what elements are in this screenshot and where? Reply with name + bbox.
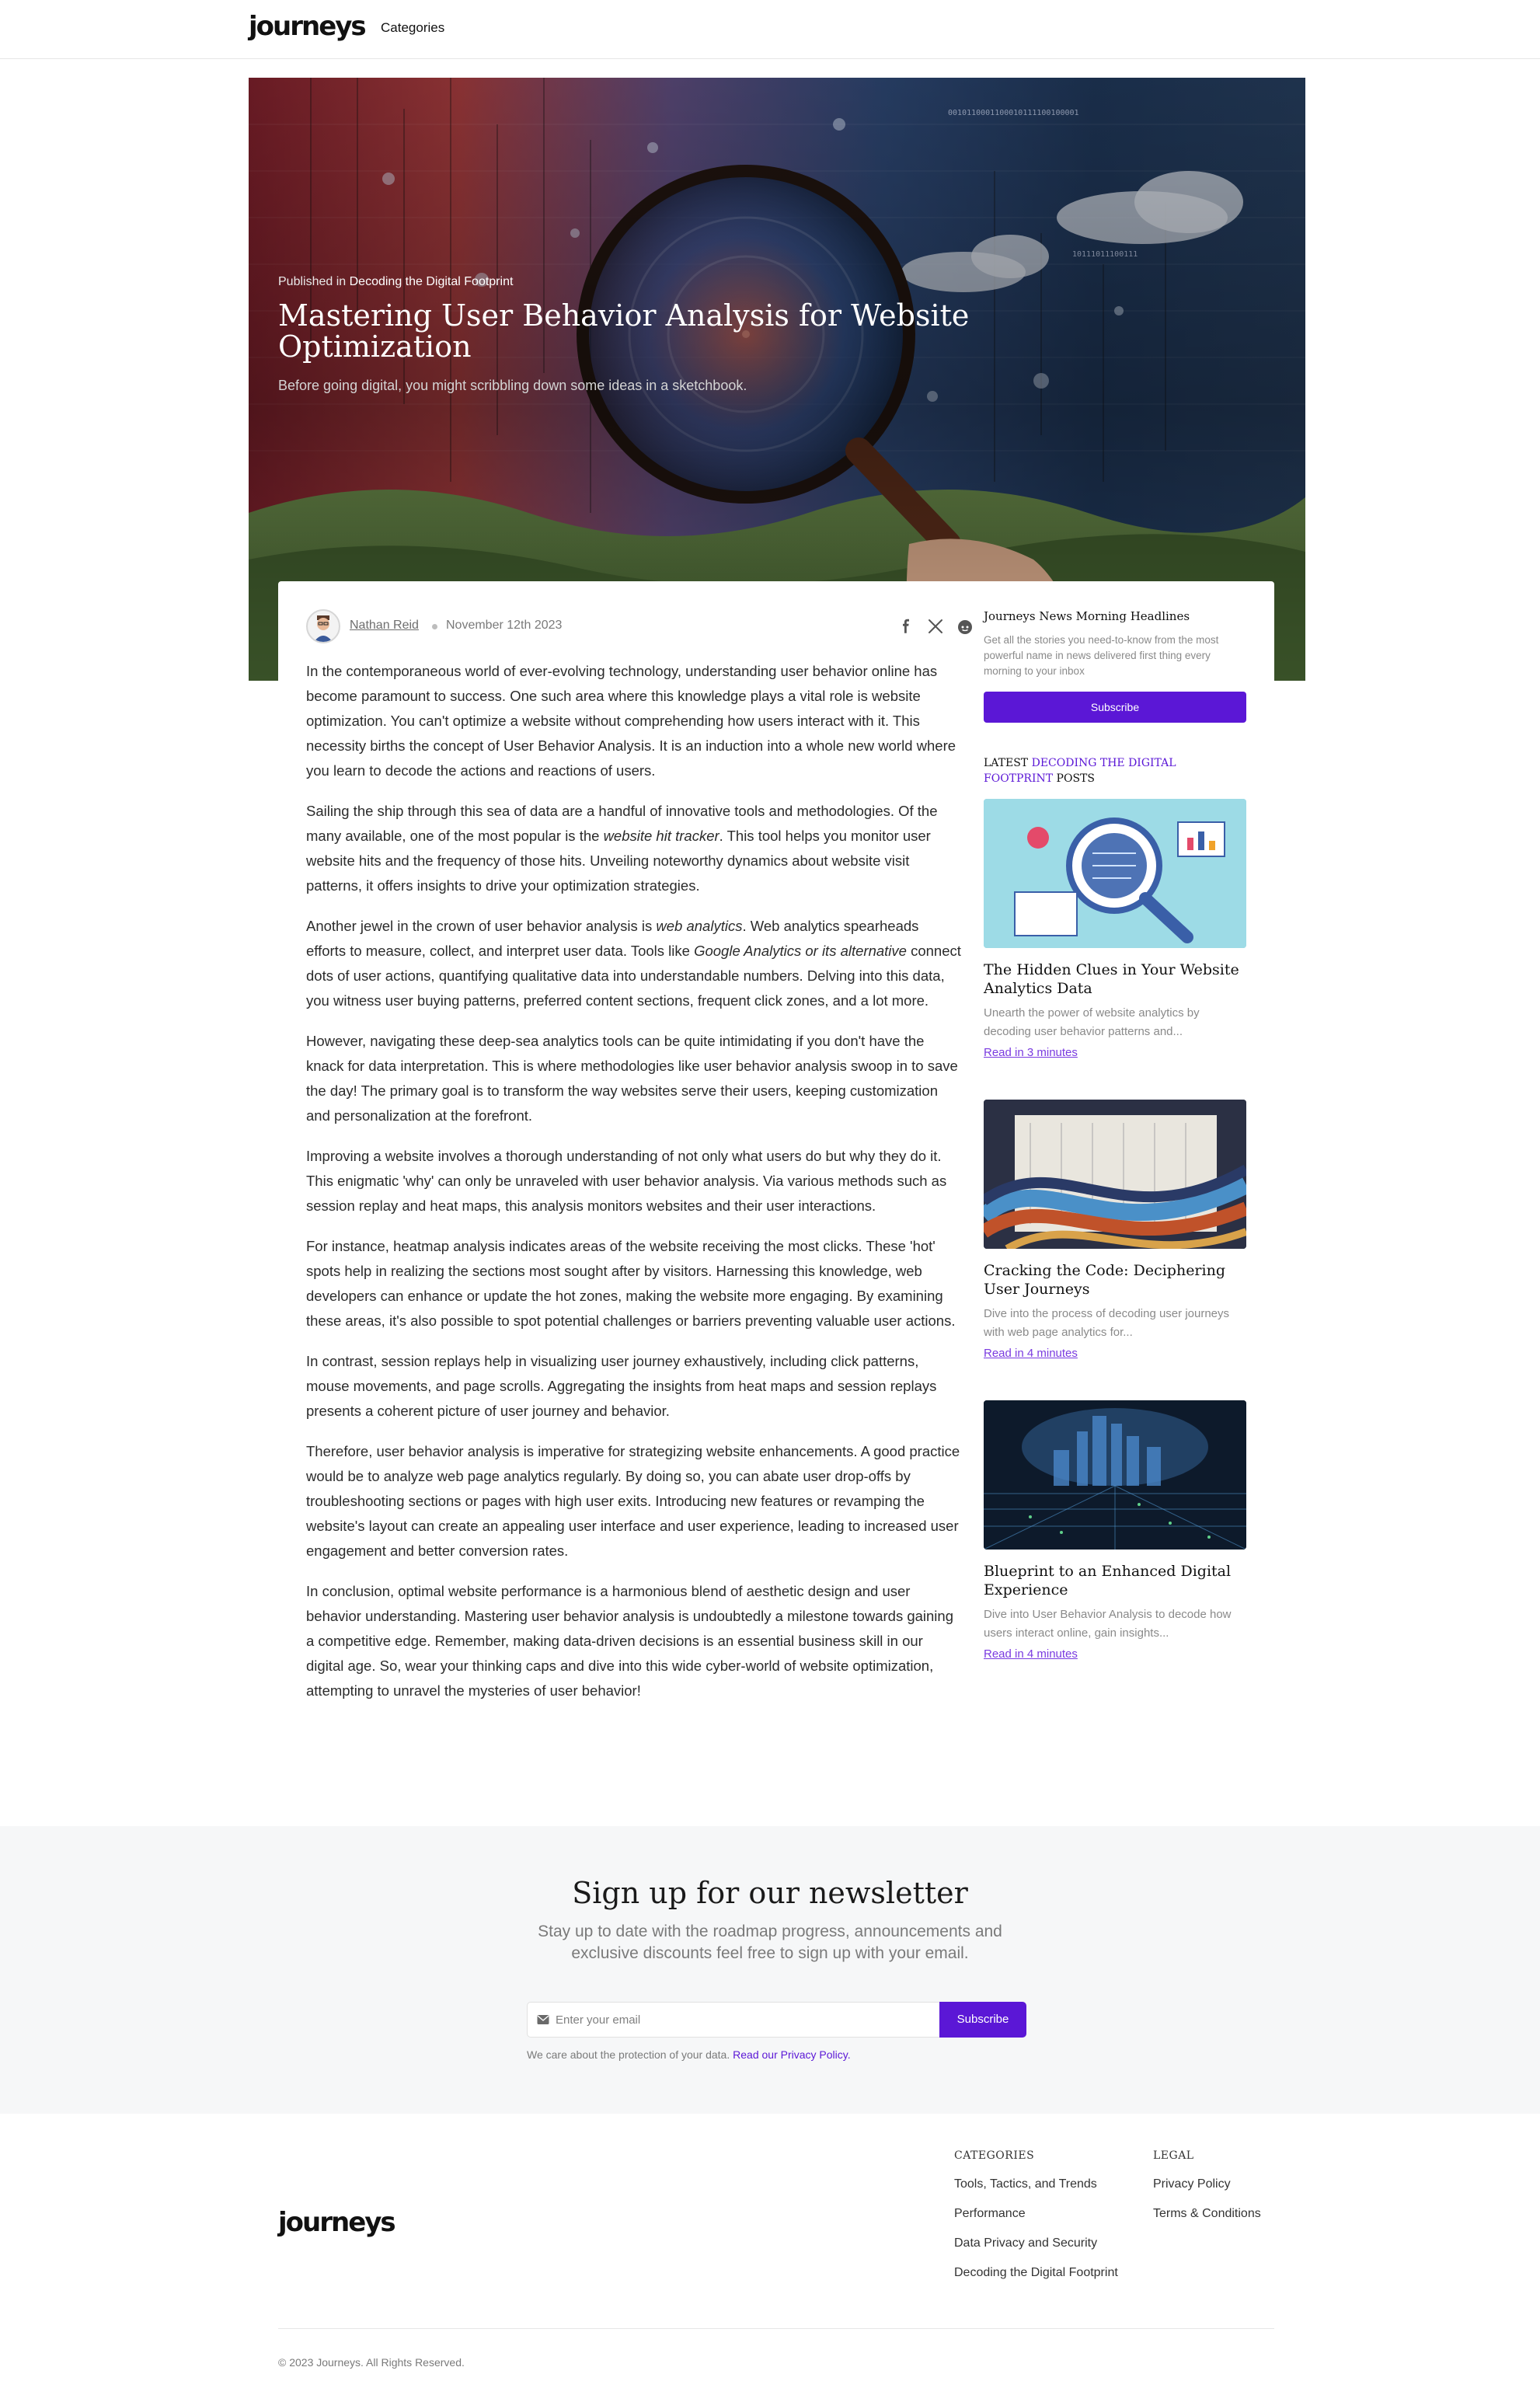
latest-posts-heading: LATEST DECODING THE DIGITAL FOOTPRINT PO… xyxy=(984,757,1176,785)
post-thumbnail[interactable] xyxy=(984,1400,1246,1550)
top-navigation: journeys Categories xyxy=(0,0,1540,59)
post-excerpt: Dive into User Behavior Analysis to deco… xyxy=(984,1608,1232,1640)
footer-logo[interactable]: journeys xyxy=(278,2207,396,2238)
post-read-time-link[interactable]: Read in 3 minutes xyxy=(984,1046,1246,1059)
privacy-policy-link[interactable]: Read our Privacy Policy. xyxy=(733,2048,850,2061)
meta-separator xyxy=(432,624,437,629)
sidebar-description: Get all the stories you need-to-know fro… xyxy=(984,634,1219,677)
post-excerpt: Dive into the process of decoding user j… xyxy=(984,1307,1230,1339)
footer-legal-heading: LEGAL xyxy=(1153,2149,1194,2162)
post-excerpt: Unearth the power of website analytics b… xyxy=(984,1006,1200,1038)
publish-date: November 12th 2023 xyxy=(446,619,563,632)
email-input[interactable] xyxy=(556,2003,991,2037)
article-subtitle: Before going digital, you might scribbli… xyxy=(278,378,747,393)
published-prefix: Published in xyxy=(278,275,347,288)
paragraph-6: For instance, heatmap analysis indicates… xyxy=(306,1238,956,1329)
post-thumbnail[interactable] xyxy=(984,799,1246,948)
newsletter-subscribe-button[interactable]: Subscribe xyxy=(939,2002,1026,2038)
article-meta: Nathan Reid November 12th 2023 xyxy=(306,609,972,643)
footer-link[interactable]: Tools, Tactics, and Trends xyxy=(954,2177,1118,2191)
hero-category-link[interactable]: Decoding the Digital Footprint xyxy=(350,275,514,288)
footer-link[interactable]: Data Privacy and Security xyxy=(954,2236,1118,2250)
post-title[interactable]: The Hidden Clues in Your Website Analyti… xyxy=(984,960,1246,998)
latest-post-card[interactable]: Blueprint to an Enhanced Digital Experie… xyxy=(984,1400,1246,1661)
footer-categories-heading: CATEGORIES xyxy=(954,2149,1035,2162)
newsletter-description: Stay up to date with the roadmap progres… xyxy=(538,1923,1002,1962)
paragraph-2: Sailing the ship through this sea of dat… xyxy=(306,803,938,894)
published-in: Published in Decoding the Digital Footpr… xyxy=(278,275,977,289)
newsletter-section: Sign up for our newsletter Stay up to da… xyxy=(0,1826,1540,2114)
paragraph-8: Therefore, user behavior analysis is imp… xyxy=(306,1443,960,1559)
newsletter-form: Subscribe xyxy=(527,2002,1026,2038)
paragraph-4: However, navigating these deep-sea analy… xyxy=(306,1033,958,1124)
privacy-note: We care about the protection of your dat… xyxy=(527,2048,851,2061)
paragraph-5: Improving a website involves a thorough … xyxy=(306,1148,947,1214)
footer-link[interactable]: Decoding the Digital Footprint xyxy=(954,2266,1118,2280)
article-title: Mastering User Behavior Analysis for Web… xyxy=(278,298,970,364)
post-title[interactable]: Cracking the Code: Deciphering User Jour… xyxy=(984,1261,1246,1299)
post-read-time-link[interactable]: Read in 4 minutes xyxy=(984,1647,1246,1661)
author-link[interactable]: Nathan Reid xyxy=(350,619,419,633)
post-thumbnail[interactable] xyxy=(984,1100,1246,1249)
paragraph-7: In contrast, session replays help in vis… xyxy=(306,1353,937,1419)
reddit-icon[interactable] xyxy=(956,617,974,636)
site-logo[interactable]: journeys xyxy=(249,11,367,42)
post-read-time-link[interactable]: Read in 4 minutes xyxy=(984,1347,1246,1360)
sidebar-heading: Journeys News Morning Headlines xyxy=(984,609,1190,623)
article-card: Nathan Reid November 12th 2023 In the co… xyxy=(278,581,1274,1826)
footer-link[interactable]: Performance xyxy=(954,2207,1118,2221)
sidebar: Journeys News Morning Headlines Get all … xyxy=(984,609,1248,1661)
author-avatar[interactable] xyxy=(306,609,340,643)
facebook-icon[interactable] xyxy=(897,617,915,636)
post-title[interactable]: Blueprint to an Enhanced Digital Experie… xyxy=(984,1562,1246,1599)
footer-legal: LEGAL Privacy Policy Terms & Conditions xyxy=(1153,2149,1261,2221)
footer-link[interactable]: Terms & Conditions xyxy=(1153,2207,1261,2221)
copyright: © 2023 Journeys. All Rights Reserved. xyxy=(278,2356,465,2369)
paragraph-1: In the contemporaneous world of ever-evo… xyxy=(306,663,956,779)
mail-icon xyxy=(537,2015,549,2024)
hero-text: Published in Decoding the Digital Footpr… xyxy=(278,275,977,394)
nav-categories-link[interactable]: Categories xyxy=(381,20,444,36)
sidebar-subscribe-button[interactable]: Subscribe xyxy=(984,692,1246,723)
x-icon[interactable] xyxy=(926,617,945,636)
footer-categories: CATEGORIES Tools, Tactics, and Trends Pe… xyxy=(954,2149,1118,2280)
article-body: In the contemporaneous world of ever-evo… xyxy=(306,659,962,1719)
newsletter-title: Sign up for our newsletter xyxy=(572,1876,968,1910)
latest-post-card[interactable]: The Hidden Clues in Your Website Analyti… xyxy=(984,799,1246,1059)
latest-post-card[interactable]: Cracking the Code: Deciphering User Jour… xyxy=(984,1100,1246,1360)
footer-link[interactable]: Privacy Policy xyxy=(1153,2177,1261,2191)
paragraph-9: In conclusion, optimal website performan… xyxy=(306,1583,953,1699)
footer-divider xyxy=(278,2328,1274,2329)
paragraph-3: Another jewel in the crown of user behav… xyxy=(306,918,961,1009)
